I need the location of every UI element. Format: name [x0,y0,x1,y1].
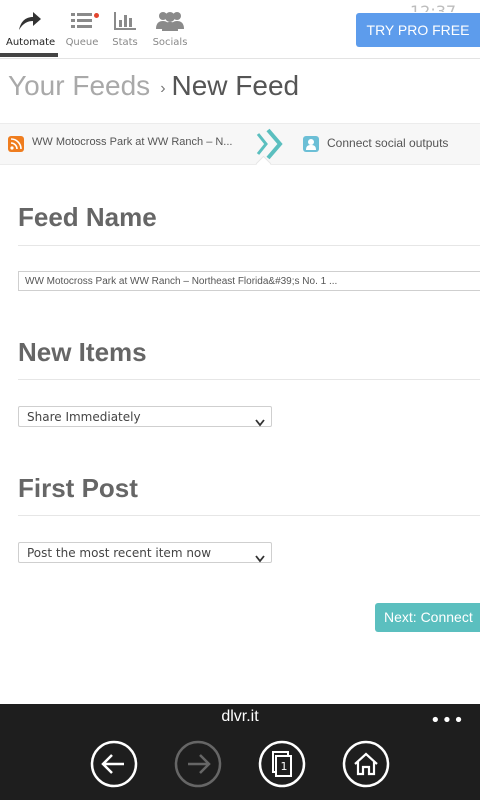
divider [18,245,480,246]
nav-socials-label: Socials [152,37,188,48]
next-connect-button[interactable]: Next: Connect [375,603,480,632]
nav-queue[interactable]: Queue [62,10,102,48]
queue-notification-dot [94,13,99,18]
breadcrumb-your-feeds[interactable]: Your Feeds [8,70,150,101]
step-connect-social[interactable]: Connect social outputs [327,136,448,150]
more-options-button[interactable]: ••• [430,710,465,731]
people-icon [156,12,184,35]
top-navigation: Automate Queue Stats Socials 12:37 TRY P… [0,0,480,59]
nav-socials[interactable]: Socials [150,10,190,48]
back-button[interactable] [90,740,138,788]
tabs-icon [258,740,306,792]
step-source-feed[interactable]: WW Motocross Park at WW Ranch – N... [32,136,232,148]
nav-stats[interactable]: Stats [108,10,142,48]
feed-name-heading: Feed Name [18,202,157,232]
feed-name-input[interactable]: WW Motocross Park at WW Ranch – Northeas… [18,271,480,291]
new-items-selected: Share Immediately [27,410,141,424]
breadcrumb-separator: › [160,80,166,97]
home-icon [342,740,390,792]
active-tab-indicator [0,53,58,57]
new-items-select[interactable]: Share Immediately [18,406,272,427]
list-icon [70,13,94,35]
nav-queue-label: Queue [65,37,99,48]
address-bar[interactable]: dlvr.it [0,708,480,726]
browser-toolbar: dlvr.it ••• 1 [0,704,480,800]
wizard-steps: WW Motocross Park at WW Ranch – N... Con… [0,123,480,165]
tab-count: 1 [280,760,288,773]
chevron-down-icon [255,549,265,569]
tabs-button[interactable]: 1 [258,740,306,788]
divider [18,379,480,380]
first-post-selected: Post the most recent item now [27,546,212,560]
try-pro-button[interactable]: TRY PRO FREE [356,13,480,47]
forward-arrow-icon [174,740,222,792]
breadcrumb: Your Feeds › New Feed [8,70,299,102]
nav-stats-label: Stats [112,37,138,48]
breadcrumb-current: New Feed [171,70,300,101]
status-clock: 12:37 [410,2,457,12]
user-icon [303,136,319,152]
nav-automate-label: Automate [6,37,56,48]
bar-chart-icon [112,12,138,35]
first-post-select[interactable]: Post the most recent item now [18,542,272,563]
divider [18,515,480,516]
back-arrow-icon [90,740,138,792]
share-arrow-icon [17,12,43,35]
forward-button[interactable] [174,740,222,788]
first-post-heading: First Post [18,473,138,503]
nav-automate[interactable]: Automate [6,10,56,48]
rss-icon [8,136,24,152]
home-button[interactable] [342,740,390,788]
new-items-heading: New Items [18,337,147,367]
chevron-down-icon [255,413,265,433]
